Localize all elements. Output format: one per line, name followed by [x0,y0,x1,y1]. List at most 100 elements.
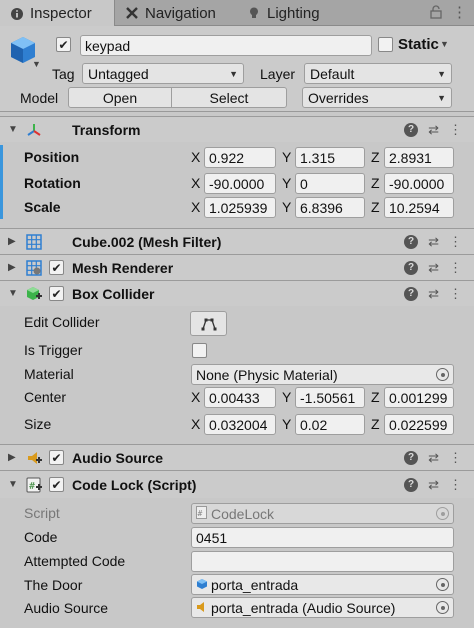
axis-z-label[interactable]: Z [371,199,380,215]
position-x-field[interactable]: 0.922 [204,147,276,168]
edit-bounds-icon [201,318,216,330]
help-icon[interactable]: ? [404,477,419,492]
scale-z-field[interactable]: 10.2594 [384,197,454,218]
svg-text:#: # [29,481,35,492]
rotation-y-field[interactable]: 0 [295,173,365,194]
preset-sliders-icon[interactable]: ⇄ [428,122,439,138]
object-name-field[interactable]: keypad [80,35,372,56]
attempted-code-field[interactable] [191,551,454,572]
axis-x-label[interactable]: X [191,416,200,432]
open-model-button[interactable]: Open [68,87,172,108]
axis-y-label[interactable]: Y [282,149,291,165]
the-door-object-field[interactable]: porta_entrada [191,574,454,595]
kebab-menu-icon[interactable]: ⋮ [449,477,462,493]
static-checkbox[interactable] [378,37,393,52]
foldout-expanded-icon[interactable]: ▼ [8,124,18,135]
tab-navigation[interactable]: Navigation [115,0,237,26]
axis-x-label[interactable]: X [191,199,200,215]
rotation-label: Rotation [24,175,81,191]
axis-y-label[interactable]: Y [282,175,291,191]
foldout-collapsed-icon[interactable]: ▶ [8,236,16,247]
center-z-field[interactable]: 0.001299 [384,387,454,408]
axis-x-label[interactable]: X [191,389,200,405]
edit-collider-button[interactable] [190,311,227,336]
kebab-menu-icon[interactable]: ⋮ [449,234,462,250]
center-y-field[interactable]: -1.50561 [295,387,365,408]
rotation-x-field[interactable]: -90.0000 [204,173,276,194]
axis-x-label[interactable]: X [191,149,200,165]
chevron-down-icon: ▼ [437,68,446,79]
axis-y-label[interactable]: Y [282,416,291,432]
foldout-collapsed-icon[interactable]: ▶ [8,452,16,463]
icon-dropdown-arrow-icon[interactable]: ▼ [32,59,41,69]
audio-source-title: Audio Source [72,449,164,466]
size-y-field[interactable]: 0.02 [295,414,365,435]
code-lock-enabled-checkbox[interactable]: ✔ [49,477,64,492]
center-x-field[interactable]: 0.00433 [204,387,276,408]
preset-sliders-icon[interactable]: ⇄ [428,450,439,466]
kebab-menu-icon[interactable]: ⋮ [452,3,467,21]
kebab-menu-icon[interactable]: ⋮ [449,286,462,302]
kebab-menu-icon[interactable]: ⋮ [449,450,462,466]
layer-dropdown[interactable]: Default ▼ [304,63,452,84]
transform-header[interactable]: ▼ Transform ? ⇄ ⋮ [0,116,474,142]
foldout-expanded-icon[interactable]: ▼ [8,288,18,299]
help-icon[interactable]: ? [404,260,419,275]
size-z-field[interactable]: 0.022599 [384,414,454,435]
axis-x-label[interactable]: X [191,175,200,191]
tab-inspector[interactable]: Inspector [0,0,115,27]
code-lock-header[interactable]: ▼ # ✔ Code Lock (Script) ? ⇄ ⋮ [0,470,474,498]
scale-x-field[interactable]: 1.025939 [204,197,276,218]
active-checkbox[interactable]: ✔ [56,37,71,52]
preset-sliders-icon[interactable]: ⇄ [428,234,439,250]
object-picker-icon[interactable] [436,578,449,591]
help-icon[interactable]: ? [404,234,419,249]
overrides-dropdown[interactable]: Overrides ▼ [302,87,452,108]
box-collider-enabled-checkbox[interactable]: ✔ [49,286,64,301]
material-object-field[interactable]: None (Physic Material) [191,364,454,385]
audio-source-enabled-checkbox[interactable]: ✔ [49,450,64,465]
scale-y-field[interactable]: 6.8396 [295,197,365,218]
mesh-renderer-enabled-checkbox[interactable]: ✔ [49,260,64,275]
tab-navigation-label: Navigation [145,4,216,22]
axis-y-label[interactable]: Y [282,389,291,405]
script-value: CodeLock [211,505,275,522]
lock-icon[interactable] [430,5,442,22]
help-icon[interactable]: ? [404,450,419,465]
audio-source-object-field[interactable]: porta_entrada (Audio Source) [191,597,454,618]
select-model-button[interactable]: Select [171,87,287,108]
axis-z-label[interactable]: Z [371,416,380,432]
tab-lighting[interactable]: Lighting [237,0,357,26]
position-y-field[interactable]: 1.315 [295,147,365,168]
code-field[interactable]: 0451 [191,527,454,548]
object-picker-icon[interactable] [436,368,449,381]
mesh-filter-header[interactable]: ▶ Cube.002 (Mesh Filter) ? ⇄ ⋮ [0,228,474,254]
foldout-expanded-icon[interactable]: ▼ [8,479,18,490]
kebab-menu-icon[interactable]: ⋮ [449,122,462,138]
preset-sliders-icon[interactable]: ⇄ [428,286,439,302]
tab-bar: Inspector Navigation Lighting ⋮ [0,0,474,27]
axis-z-label[interactable]: Z [371,389,380,405]
box-collider-header[interactable]: ▼ ✔ Box Collider ? ⇄ ⋮ [0,280,474,306]
axis-y-label[interactable]: Y [282,199,291,215]
help-icon[interactable]: ? [404,286,419,301]
position-z-field[interactable]: 2.8931 [384,147,454,168]
audio-source-header[interactable]: ▶ ✔ Audio Source ? ⇄ ⋮ [0,444,474,470]
center-label: Center [24,389,67,405]
preset-sliders-icon[interactable]: ⇄ [428,477,439,493]
axis-z-label[interactable]: Z [371,175,380,191]
is-trigger-checkbox[interactable] [192,343,207,358]
help-icon[interactable]: ? [404,122,419,137]
foldout-collapsed-icon[interactable]: ▶ [8,262,16,273]
rotation-z-field[interactable]: -90.0000 [384,173,454,194]
code-label: Code [24,529,58,545]
size-x-field[interactable]: 0.032004 [204,414,276,435]
axis-z-label[interactable]: Z [371,149,380,165]
static-dropdown-arrow-icon[interactable]: ▼ [440,39,449,49]
mesh-renderer-header[interactable]: ▶ ✔ Mesh Renderer ? ⇄ ⋮ [0,254,474,280]
object-picker-icon[interactable] [436,601,449,614]
kebab-menu-icon[interactable]: ⋮ [449,260,462,276]
preset-sliders-icon[interactable]: ⇄ [428,260,439,276]
tag-dropdown[interactable]: Untagged ▼ [82,63,244,84]
object-header: ▼ ✔ keypad Static ▼ Tag Untagged ▼ Layer… [0,26,474,112]
